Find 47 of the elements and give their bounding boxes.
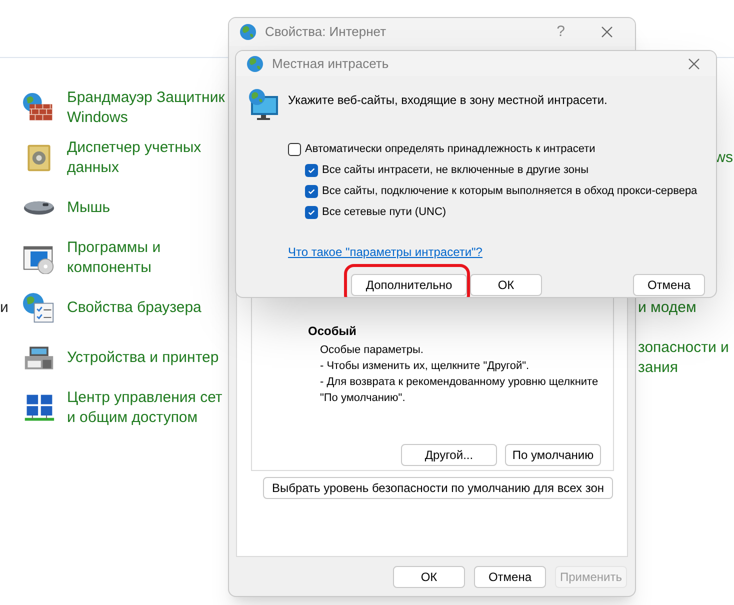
help-link[interactable]: Что такое "параметры интрасети"? xyxy=(288,243,482,261)
close-icon[interactable] xyxy=(601,26,613,38)
item-label[interactable]: Брандмауэр Защитник xyxy=(67,88,225,108)
help-button[interactable]: ? xyxy=(556,20,565,44)
checkbox-label[interactable]: Все сетевые пути (UNC) xyxy=(322,204,446,221)
item-label[interactable]: и общим доступом xyxy=(67,408,222,428)
checkbox[interactable] xyxy=(305,206,318,219)
globe-icon xyxy=(239,23,257,41)
window-title: Свойства: Интернет xyxy=(265,23,388,42)
zone-description: Особые параметры. - Чтобы изменить их, щелкните "Другой". - Для возврата к рекомендованному уровню щелкните "По умолчанию". xyxy=(320,343,598,406)
window-title: Местная интрасеть xyxy=(272,54,390,73)
globe-icon xyxy=(246,54,264,72)
item-label[interactable]: и модем xyxy=(638,298,696,318)
dialog-button[interactable]: Отмена xyxy=(633,274,705,296)
checkbox[interactable] xyxy=(305,185,318,198)
monitor-globe-icon xyxy=(248,88,278,121)
checkbox-label[interactable]: Все сайты интрасети, не включенные в другие зоны xyxy=(322,162,589,179)
prompt-text: Укажите веб-сайты, входящие в зону местной интрасети. xyxy=(288,92,608,109)
dialog-button[interactable]: ОК xyxy=(470,274,542,296)
item-label[interactable]: компоненты xyxy=(67,258,161,278)
item-label[interactable]: зания xyxy=(638,358,729,378)
globe-checklist-icon xyxy=(22,292,56,324)
reset-zones-button[interactable]: Выбрать уровень безопасности по умолчанию для всех зон xyxy=(262,477,613,499)
dialog-button[interactable]: Другой... xyxy=(401,444,497,466)
checkbox[interactable] xyxy=(288,143,301,156)
item-label[interactable]: Центр управления сет xyxy=(67,388,222,408)
item-label[interactable]: данных xyxy=(67,158,202,178)
item-label[interactable]: Устройства и принтер xyxy=(67,348,219,368)
item-label[interactable]: зопасности и xyxy=(638,338,729,358)
item-label[interactable]: Windows xyxy=(67,108,225,128)
item-label[interactable]: Мышь xyxy=(67,198,110,218)
check-icon xyxy=(307,208,316,217)
item-label[interactable]: Программы и xyxy=(67,238,161,258)
check-icon xyxy=(307,166,316,175)
zone-name: Особый xyxy=(308,323,358,340)
checkbox-label[interactable]: Все сайты, подключение к которым выполняется в обход прокси-сервера xyxy=(322,183,698,200)
item-label[interactable]: Диспетчер учетных xyxy=(67,138,202,158)
close-icon[interactable] xyxy=(688,58,700,70)
dialog-button[interactable]: По умолчанию xyxy=(505,444,601,466)
checkbox-label[interactable]: Автоматически определять принадлежность к интрасети xyxy=(305,141,596,158)
item-label[interactable]: Свойства браузера xyxy=(67,298,202,318)
checkbox[interactable] xyxy=(305,164,318,177)
dialog-button[interactable]: ОК xyxy=(393,566,465,588)
check-icon xyxy=(307,187,316,196)
dialog-button[interactable]: Дополнительно xyxy=(351,274,467,296)
item-label: и xyxy=(0,298,8,318)
dialog-button[interactable]: Отмена xyxy=(474,566,546,588)
